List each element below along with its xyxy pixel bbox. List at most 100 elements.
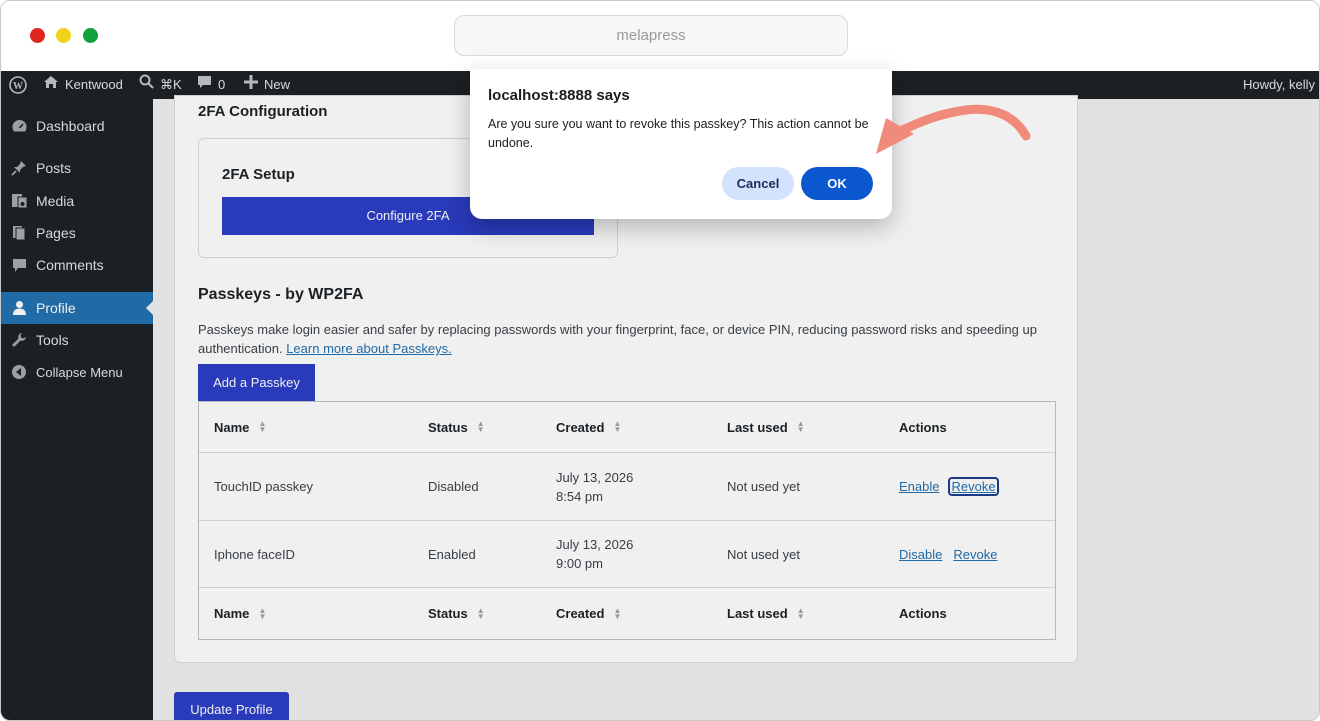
home-icon xyxy=(43,71,59,99)
browser-toolbar: melapress xyxy=(1,1,1319,71)
passkeys-description: Passkeys make login easier and safer by … xyxy=(198,320,1058,358)
twofa-heading: 2FA Configuration xyxy=(198,103,328,120)
table-row: Iphone faceID Enabled July 13, 2026 9:00… xyxy=(199,521,1055,588)
close-window-button[interactable] xyxy=(30,28,45,43)
passkey-last-used: Not used yet xyxy=(727,546,800,562)
sidebar-item-dashboard[interactable]: Dashboard xyxy=(1,110,153,142)
passkey-actions: Disable Revoke xyxy=(899,521,1008,587)
column-footer-last-used[interactable]: Last used ▲ ▼ xyxy=(727,588,805,639)
dashboard-icon xyxy=(10,117,28,135)
column-header-last-used[interactable]: Last used ▲ ▼ xyxy=(727,402,805,452)
address-bar[interactable]: melapress xyxy=(454,15,848,56)
enable-link[interactable]: Enable xyxy=(899,479,939,494)
wordpress-logo-icon[interactable]: W xyxy=(9,71,27,99)
admin-sidebar: Dashboard Posts Media Pages Comments Pro… xyxy=(1,99,153,720)
confirm-dialog: localhost:8888 says Are you sure you wan… xyxy=(470,69,892,219)
passkey-status: Disabled xyxy=(428,479,479,494)
sidebar-item-profile[interactable]: Profile xyxy=(1,292,153,324)
minimize-window-button[interactable] xyxy=(56,28,71,43)
passkey-created: July 13, 2026 8:54 pm xyxy=(556,453,633,520)
column-label: Actions xyxy=(899,419,947,435)
column-footer-status[interactable]: Status ▲ ▼ xyxy=(428,588,485,639)
sidebar-item-comments[interactable]: Comments xyxy=(1,249,153,281)
passkey-status: Enabled xyxy=(428,546,476,562)
column-label: Status xyxy=(428,606,468,621)
account-menu[interactable]: Howdy, kelly xyxy=(1243,71,1315,99)
column-label: Name xyxy=(214,419,250,435)
sidebar-item-label: Comments xyxy=(36,257,104,273)
twofa-setup-title: 2FA Setup xyxy=(222,166,295,183)
user-icon xyxy=(10,299,28,317)
annotation-arrow-icon xyxy=(876,104,1031,154)
column-header-status[interactable]: Status ▲ ▼ xyxy=(428,402,485,452)
site-name-link[interactable]: Kentwood xyxy=(43,71,123,99)
media-icon xyxy=(10,192,28,210)
search-icon xyxy=(139,71,154,99)
column-header-name[interactable]: Name ▲ ▼ xyxy=(214,402,266,452)
column-footer-name[interactable]: Name ▲ ▼ xyxy=(214,588,266,639)
wrench-icon xyxy=(10,331,28,349)
column-label: Name xyxy=(214,606,250,621)
learn-more-link[interactable]: Learn more about Passkeys. xyxy=(286,341,451,356)
comment-icon xyxy=(10,256,28,274)
sidebar-item-posts[interactable]: Posts xyxy=(1,152,153,184)
column-label: Last used xyxy=(727,606,788,621)
column-header-actions: Actions xyxy=(899,402,947,452)
sort-icon: ▲ ▼ xyxy=(613,605,622,621)
table-row: TouchID passkey Disabled July 13, 2026 8… xyxy=(199,453,1055,521)
sidebar-item-pages[interactable]: Pages xyxy=(1,217,153,249)
cancel-button[interactable]: Cancel xyxy=(722,167,794,200)
sidebar-item-label: Profile xyxy=(36,300,76,316)
column-label: Created xyxy=(556,419,605,435)
sort-icon: ▲ ▼ xyxy=(796,419,805,434)
sort-icon: ▲ ▼ xyxy=(476,605,485,621)
created-time: 9:00 pm xyxy=(556,556,603,571)
column-footer-actions: Actions xyxy=(899,588,947,639)
pages-icon xyxy=(10,224,28,242)
sort-icon: ▲ ▼ xyxy=(613,419,622,434)
table-header-row: Name ▲ ▼ Status ▲ ▼ Created ▲ ▼ Last used ▲ ▼ Ac… xyxy=(199,402,1055,453)
sort-icon: ▲ ▼ xyxy=(796,605,805,621)
pin-icon xyxy=(10,159,28,177)
update-profile-button[interactable]: Update Profile xyxy=(174,692,289,720)
add-passkey-button[interactable]: Add a Passkey xyxy=(198,364,315,401)
sidebar-item-label: Posts xyxy=(36,160,72,176)
sidebar-item-label: Media xyxy=(36,193,75,209)
sidebar-item-media[interactable]: Media xyxy=(1,185,153,217)
sort-icon: ▲ ▼ xyxy=(258,419,267,434)
column-header-created[interactable]: Created ▲ ▼ xyxy=(556,402,621,452)
column-footer-created[interactable]: Created ▲ ▼ xyxy=(556,588,621,639)
passkeys-table: Name ▲ ▼ Status ▲ ▼ Created ▲ ▼ Last used ▲ ▼ Ac… xyxy=(198,401,1056,640)
passkey-actions: Enable Revoke xyxy=(899,453,1008,520)
passkeys-heading: Passkeys - by WP2FA xyxy=(198,286,364,303)
passkey-created: July 13, 2026 9:00 pm xyxy=(556,521,633,587)
sidebar-item-label: Dashboard xyxy=(36,118,105,134)
column-label: Created xyxy=(556,606,605,621)
collapse-icon xyxy=(10,363,28,381)
created-date: July 13, 2026 xyxy=(556,469,634,485)
revoke-link[interactable]: Revoke xyxy=(948,477,999,496)
sidebar-item-label: Collapse Menu xyxy=(36,364,123,380)
ok-button[interactable]: OK xyxy=(801,167,873,200)
dialog-message: Are you sure you want to revoke this pas… xyxy=(488,117,869,150)
greeting-text: Howdy, kelly xyxy=(1242,77,1315,92)
svg-text:W: W xyxy=(13,81,23,92)
created-date: July 13, 2026 xyxy=(556,537,634,552)
sort-icon: ▲ ▼ xyxy=(476,419,485,434)
disable-link[interactable]: Disable xyxy=(899,547,942,562)
sort-icon: ▲ ▼ xyxy=(258,605,267,621)
maximize-window-button[interactable] xyxy=(83,28,98,43)
passkey-name: Iphone faceID xyxy=(214,546,295,562)
sidebar-item-tools[interactable]: Tools xyxy=(1,324,153,356)
created-time: 8:54 pm xyxy=(556,488,603,504)
passkey-last-used: Not used yet xyxy=(727,479,800,494)
table-footer-row: Name ▲ ▼ Status ▲ ▼ Created ▲ ▼ Last used ▲ ▼ Ac… xyxy=(199,588,1055,639)
revoke-link[interactable]: Revoke xyxy=(953,547,997,562)
column-label: Last used xyxy=(727,419,788,435)
sidebar-item-collapse[interactable]: Collapse Menu xyxy=(1,356,153,388)
dialog-title: localhost:8888 says xyxy=(488,87,630,104)
browser-window: melapress W Kentwood ⌘K 0 New Howdy, kel… xyxy=(0,0,1320,721)
column-label: Actions xyxy=(899,606,947,621)
passkey-name: TouchID passkey xyxy=(214,479,313,494)
column-label: Status xyxy=(428,419,468,435)
